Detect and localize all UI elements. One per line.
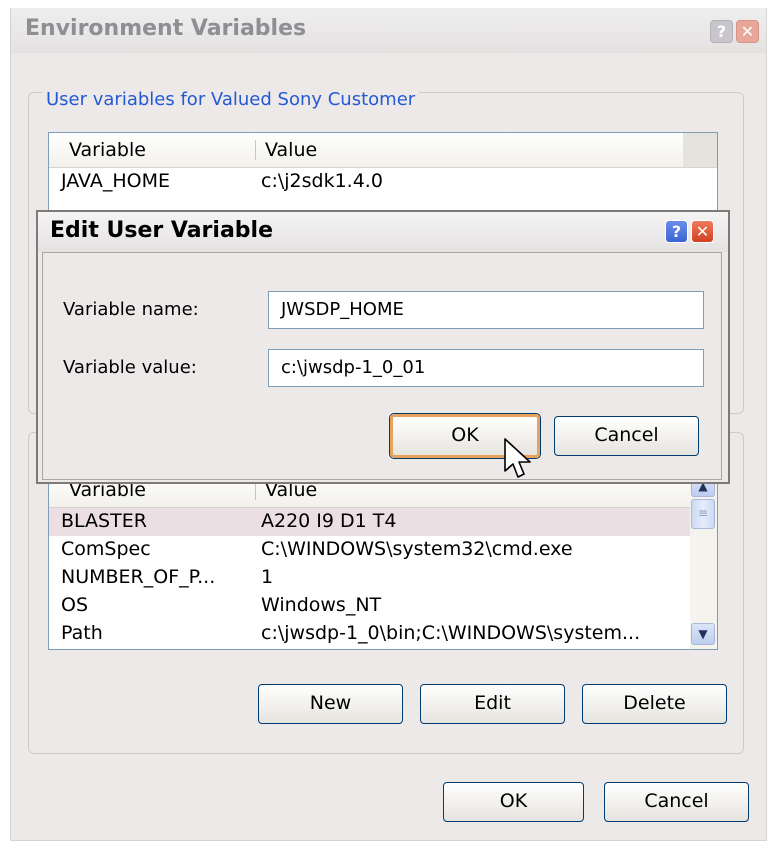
variable-cell: NUMBER_OF_P... (61, 566, 216, 588)
close-icon[interactable]: ✕ (736, 20, 759, 43)
list-item[interactable]: ComSpec C:\WINDOWS\system32\cmd.exe (49, 536, 717, 564)
dialog-titlebar[interactable]: Edit User Variable ? ✕ (38, 212, 728, 252)
cancel-button[interactable]: Cancel (604, 782, 749, 822)
list-item-selected[interactable]: BLASTER A220 I9 D1 T4 (49, 508, 717, 536)
scroll-thumb[interactable]: ≡ (691, 499, 715, 529)
user-variables-group-label: User variables for Valued Sony Customer (42, 89, 420, 110)
column-header-value[interactable]: Value (265, 139, 317, 161)
variable-cell: BLASTER (61, 510, 147, 532)
variable-cell: OS (61, 594, 89, 616)
user-list-header: Variable Value (49, 133, 717, 168)
variable-name-label: Variable name: (63, 299, 199, 320)
list-item[interactable]: OS Windows_NT (49, 592, 717, 620)
help-icon[interactable]: ? (665, 220, 688, 243)
vertical-scrollbar[interactable]: ▲ ≡ ▼ (690, 473, 717, 649)
value-cell: c:\jwsdp-1_0\bin;C:\WINDOWS\system... (261, 622, 641, 644)
arrow-pointer-icon (504, 438, 531, 478)
value-cell: Windows_NT (261, 594, 382, 616)
variable-value-field[interactable]: c:\jwsdp-1_0_01 (268, 349, 704, 387)
list-item[interactable]: JAVA_HOME c:\j2sdk1.4.0 (49, 168, 717, 196)
close-icon[interactable]: ✕ (691, 220, 714, 243)
value-cell: C:\WINDOWS\system32\cmd.exe (261, 538, 573, 560)
value-cell: c:\j2sdk1.4.0 (261, 170, 383, 192)
value-cell: A220 I9 D1 T4 (261, 510, 397, 532)
window-title: Environment Variables (25, 16, 307, 41)
list-item[interactable]: NUMBER_OF_P... 1 (49, 564, 717, 592)
dialog-cancel-button[interactable]: Cancel (554, 416, 699, 456)
list-item[interactable]: Path c:\jwsdp-1_0\bin;C:\WINDOWS\system.… (49, 620, 717, 648)
variable-cell: JAVA_HOME (61, 170, 170, 192)
header-corner (683, 133, 717, 167)
value-cell: 1 (261, 566, 274, 588)
edit-button[interactable]: Edit (420, 684, 565, 724)
dialog-title: Edit User Variable (50, 218, 273, 243)
help-icon[interactable]: ? (710, 20, 733, 43)
column-separator[interactable] (255, 140, 256, 160)
variable-cell: Path (61, 622, 103, 644)
delete-button[interactable]: Delete (582, 684, 727, 724)
variable-value-label: Variable value: (63, 357, 197, 378)
ok-button[interactable]: OK (443, 782, 584, 822)
scroll-down-icon[interactable]: ▼ (691, 623, 715, 645)
variable-name-field[interactable]: JWSDP_HOME (268, 291, 704, 329)
user-variables-list[interactable]: Variable Value JAVA_HOME c:\j2sdk1.4.0 (48, 132, 718, 220)
new-button[interactable]: New (258, 684, 403, 724)
window-titlebar[interactable]: Environment Variables ? ✕ (11, 8, 766, 53)
variable-cell: ComSpec (61, 538, 151, 560)
column-header-variable[interactable]: Variable (69, 139, 146, 161)
system-variables-list[interactable]: Variable Value BLASTER A220 I9 D1 T4 Com… (48, 472, 718, 650)
